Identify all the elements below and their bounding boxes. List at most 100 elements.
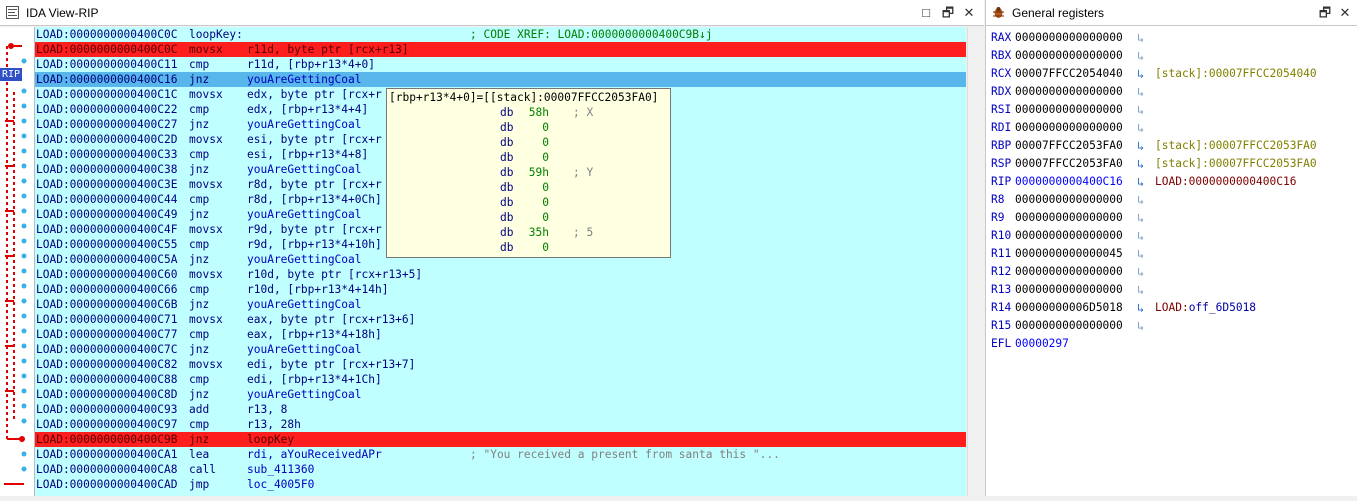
jump-arrow-icon[interactable]: ↳ [1137,263,1144,281]
listing-row[interactable]: LOAD:0000000000400C6B jnz youAreGettingCoa… [35,297,966,312]
listing-row[interactable]: LOAD:0000000000400C77 cmp eax, [rbp+r13*4+… [35,327,966,342]
listing-operands: edi, byte ptr [rcx+r13+7] [247,358,416,371]
jump-arrow-icon[interactable]: ↳ [1137,209,1144,227]
register-value[interactable]: 0000000000000000 [1015,191,1123,209]
flow-arrows-gutter: RIP [0,27,35,496]
restore-button[interactable]: 🗗 [1316,4,1334,22]
register-row-r10[interactable]: R10 0000000000000000 ↳ [991,227,1351,245]
register-row-rdi[interactable]: RDI 0000000000000000 ↳ [991,119,1351,137]
jump-arrow-icon[interactable]: ↳ [1137,155,1144,173]
jump-arrow-icon[interactable]: ↳ [1137,137,1144,155]
listing-row[interactable]: LOAD:0000000000400C60 movsx r10d, byte ptr… [35,267,966,282]
register-row-r11[interactable]: R11 0000000000000045 ↳ [991,245,1351,263]
register-value[interactable]: 0000000000000000 [1015,281,1123,299]
listing-address: LOAD:0000000000400C27 [36,118,178,131]
close-button[interactable]: ✕ [1336,4,1354,22]
register-target[interactable]: [stack]:00007FFCC2054040 [1155,65,1317,83]
listing-operands: youAreGettingCoal [247,343,362,356]
register-target[interactable]: LOAD:0000000000400C16 [1155,173,1296,191]
register-row-r15[interactable]: R15 0000000000000000 ↳ [991,317,1351,335]
register-row-r8[interactable]: R8 0000000000000000 ↳ [991,191,1351,209]
listing-row[interactable]: LOAD:0000000000400CA1 lea rdi, aYouReceive… [35,447,966,462]
listing-address: LOAD:0000000000400CAD [36,478,178,491]
restore-button[interactable]: 🗗 [939,4,957,22]
register-row-rsp[interactable]: RSP 00007FFCC2053FA0 ↳ [stack]:00007FFCC205… [991,155,1351,173]
register-value[interactable]: 0000000000000000 [1015,317,1123,335]
listing-row[interactable]: LOAD:0000000000400C71 movsx eax, byte ptr … [35,312,966,327]
hint-value: 58h [528,106,549,119]
listing-row[interactable]: LOAD:0000000000400C93 add r13, 8 [35,402,966,417]
register-target[interactable]: [stack]:00007FFCC2053FA0 [1155,155,1317,173]
vertical-scrollbar[interactable] [967,27,985,496]
register-value[interactable]: 0000000000400C16 [1015,173,1123,191]
listing-address: LOAD:0000000000400C22 [36,103,178,116]
listing-row[interactable]: LOAD:0000000000400CA8 call sub_411360 [35,462,966,477]
jump-arrow-icon[interactable]: ↳ [1137,317,1144,335]
listing-row[interactable]: LOAD:0000000000400C9B jnz loopKey [35,432,966,447]
register-row-r14[interactable]: R14 00000000006D5018 ↳ LOAD:off_6D5018 [991,299,1351,317]
maximize-button[interactable]: □ [917,4,935,22]
listing-row[interactable]: LOAD:0000000000400CAD jmp loc_4005F0 [35,477,966,492]
listing-row[interactable]: LOAD:0000000000400C88 cmp edi, [rbp+r13*4+… [35,372,966,387]
listing-row[interactable]: LOAD:0000000000400C8D jnz youAreGettingCoa… [35,387,966,402]
jump-arrow-icon[interactable]: ↳ [1137,29,1144,47]
register-row-r12[interactable]: R12 0000000000000000 ↳ [991,263,1351,281]
register-row-rcx[interactable]: RCX 00007FFCC2054040 ↳ [stack]:00007FFCC205… [991,65,1351,83]
jump-arrow-icon[interactable]: ↳ [1137,65,1144,83]
jump-arrow-icon[interactable]: ↳ [1137,83,1144,101]
listing-mnemonic: movsx [189,358,223,371]
register-value[interactable]: 0000000000000000 [1015,47,1123,65]
jump-arrow-icon[interactable]: ↳ [1137,47,1144,65]
register-target[interactable]: [stack]:00007FFCC2053FA0 [1155,137,1317,155]
listing-row[interactable]: LOAD:0000000000400C97 cmp r13, 28h [35,417,966,432]
registers-titlebar: General registers 🗗 ✕ [986,0,1357,26]
jump-arrow-icon[interactable]: ↳ [1137,245,1144,263]
register-value[interactable]: 0000000000000000 [1015,83,1123,101]
register-value[interactable]: 0000000000000000 [1015,209,1123,227]
listing-row[interactable]: LOAD:0000000000400C7C jnz youAreGettingCoa… [35,342,966,357]
listing-address: LOAD:0000000000400CA1 [36,448,178,461]
jump-arrow-icon[interactable]: ↳ [1137,173,1144,191]
register-row-r9[interactable]: R9 0000000000000000 ↳ [991,209,1351,227]
hint-comment: ; X [573,106,594,119]
register-row-rbp[interactable]: RBP 00007FFCC2053FA0 ↳ [stack]:00007FFCC205… [991,137,1351,155]
listing-address: LOAD:0000000000400C7C [36,343,178,356]
register-value[interactable]: 0000000000000000 [1015,119,1123,137]
register-value[interactable]: 00007FFCC2053FA0 [1015,155,1123,173]
register-row-rdx[interactable]: RDX 0000000000000000 ↳ [991,83,1351,101]
listing-row[interactable]: LOAD:0000000000400C0C loopKey: ; CODE XREF… [35,27,966,42]
register-value[interactable]: 00000000006D5018 [1015,299,1123,317]
listing-mnemonic: jmp [189,478,210,491]
jump-arrow-icon[interactable]: ↳ [1137,119,1144,137]
close-button[interactable]: ✕ [960,4,978,22]
register-row-rax[interactable]: RAX 0000000000000000 ↳ [991,29,1351,47]
register-row-r13[interactable]: R13 0000000000000000 ↳ [991,281,1351,299]
register-value[interactable]: 0000000000000000 [1015,101,1123,119]
listing-row[interactable]: LOAD:0000000000400C82 movsx edi, byte ptr … [35,357,966,372]
listing-row[interactable]: LOAD:0000000000400C11 cmp r11d, [rbp+r13*4… [35,57,966,72]
register-value[interactable]: 0000000000000045 [1015,245,1123,263]
register-value[interactable]: 00000297 [1015,335,1069,353]
listing-row[interactable]: LOAD:0000000000400C16 jnz youAreGettingCoa… [35,72,966,87]
jump-arrow-icon[interactable]: ↳ [1137,299,1144,317]
register-value[interactable]: 0000000000000000 [1015,227,1123,245]
register-value[interactable]: 00007FFCC2054040 [1015,65,1123,83]
listing-mnemonic: cmp [189,328,210,341]
listing-row[interactable]: LOAD:0000000000400C66 cmp r10d, [rbp+r13*4… [35,282,966,297]
register-row-rbx[interactable]: RBX 0000000000000000 ↳ [991,47,1351,65]
register-row-efl[interactable]: EFL 00000297 [991,335,1351,353]
listing-address: LOAD:0000000000400C3E [36,178,178,191]
register-row-rsi[interactable]: RSI 0000000000000000 ↳ [991,101,1351,119]
register-name: R8 [991,193,1005,206]
listing-row[interactable]: LOAD:0000000000400C0C movsx r11d, byte ptr… [35,42,966,57]
jump-arrow-icon[interactable]: ↳ [1137,281,1144,299]
register-target[interactable]: LOAD:off_6D5018 [1155,299,1256,317]
register-row-rip[interactable]: RIP 0000000000400C16 ↳ LOAD:0000000000400C1… [991,173,1351,191]
register-value[interactable]: 0000000000000000 [1015,29,1123,47]
register-value[interactable]: 0000000000000000 [1015,263,1123,281]
jump-arrow-icon[interactable]: ↳ [1137,101,1144,119]
register-name: R14 [991,301,1012,314]
jump-arrow-icon[interactable]: ↳ [1137,227,1144,245]
jump-arrow-icon[interactable]: ↳ [1137,191,1144,209]
register-value[interactable]: 00007FFCC2053FA0 [1015,137,1123,155]
